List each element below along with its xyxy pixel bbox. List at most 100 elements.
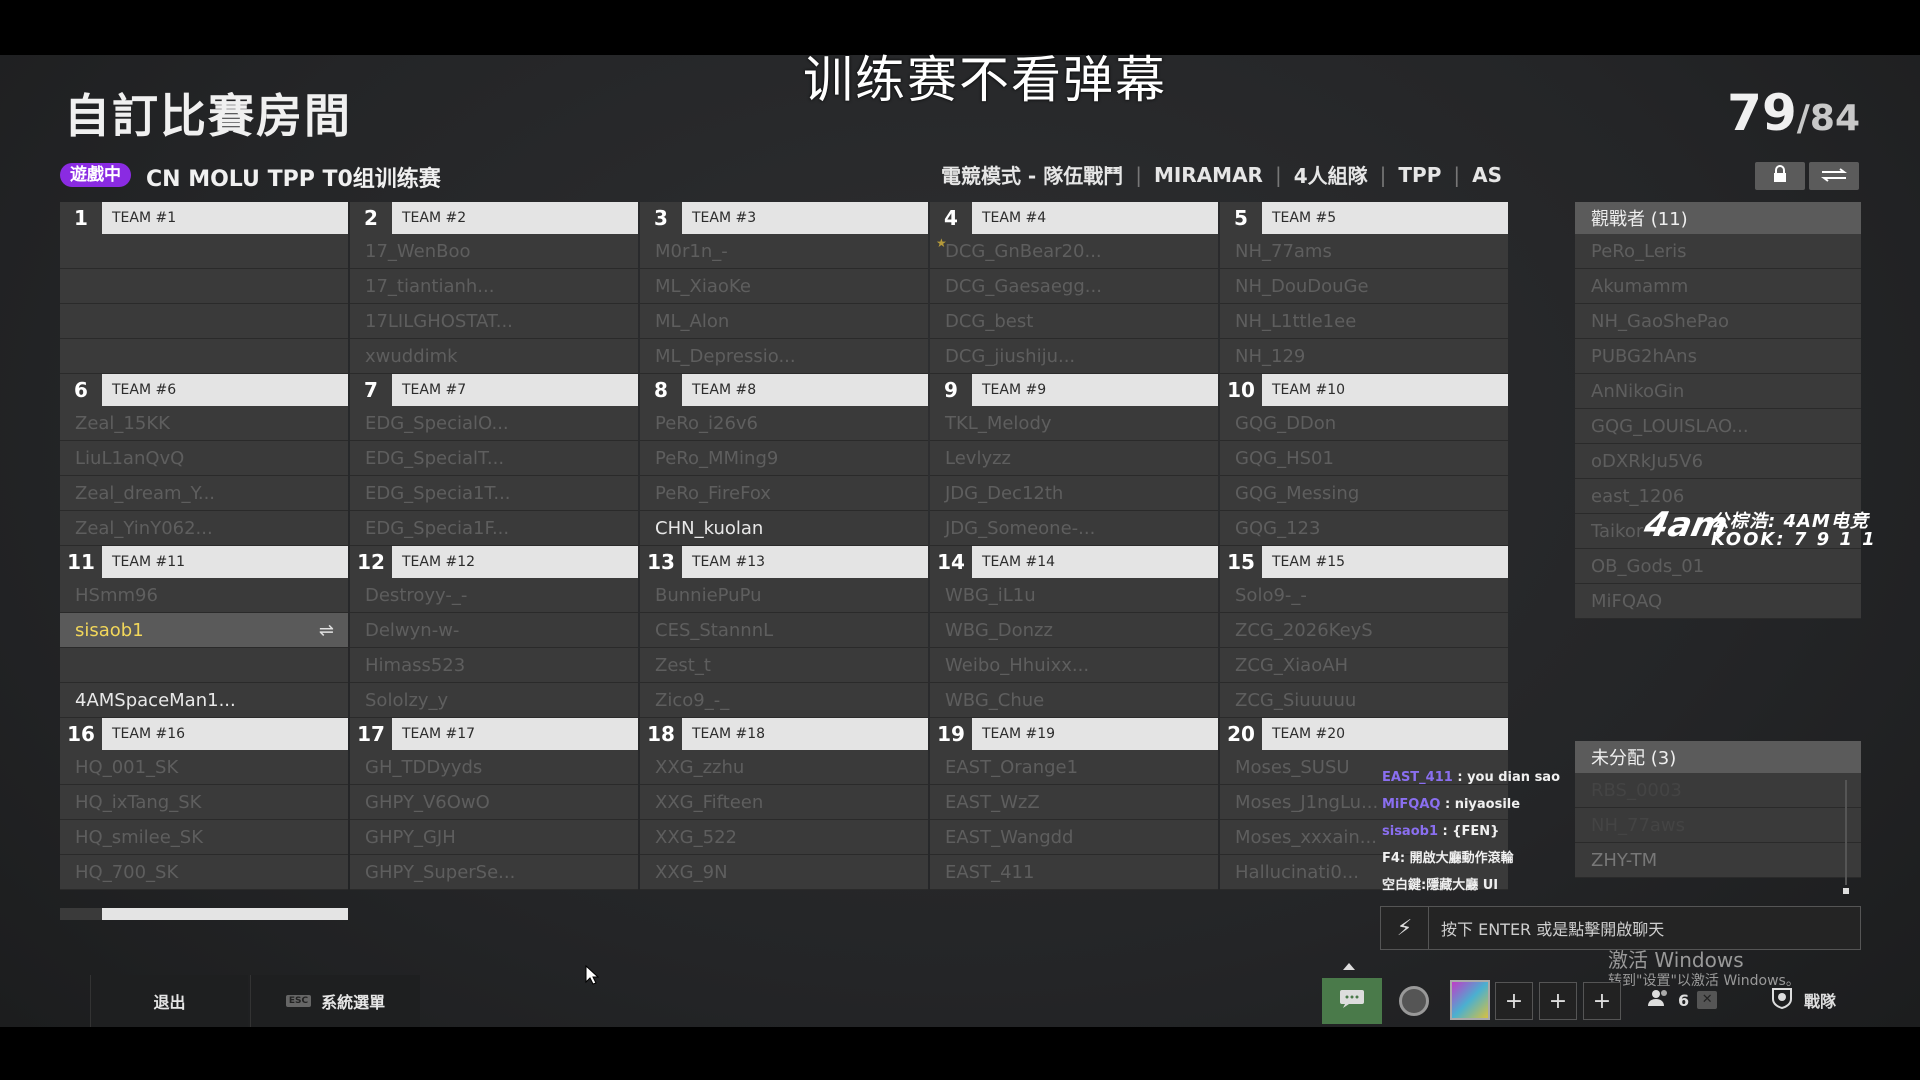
- player-slot[interactable]: DCG_GnBear20... ★: [930, 234, 1218, 269]
- player-slot[interactable]: M0r1n_-: [640, 234, 928, 269]
- system-menu-button[interactable]: ESC 系統選單: [250, 975, 420, 1027]
- player-slot[interactable]: DCG_best: [930, 304, 1218, 339]
- player-slot[interactable]: HQ_smilee_SK: [60, 820, 348, 855]
- player-slot[interactable]: PeRo_FireFox: [640, 476, 928, 511]
- player-slot[interactable]: Zest_t: [640, 648, 928, 683]
- player-slot[interactable]: WBG_Chue: [930, 683, 1218, 718]
- team-header[interactable]: 18 TEAM #18: [640, 718, 928, 750]
- player-slot[interactable]: WBG_Donzz: [930, 613, 1218, 648]
- unassigned-scroll-thumb[interactable]: [1843, 888, 1849, 894]
- team-header[interactable]: 3 TEAM #3: [640, 202, 928, 234]
- spectator-row[interactable]: PUBG2hAns: [1575, 339, 1861, 374]
- spectator-row[interactable]: AnNikoGin: [1575, 374, 1861, 409]
- player-slot[interactable]: ML_Alon: [640, 304, 928, 339]
- invite-slot-button[interactable]: +: [1583, 982, 1621, 1020]
- player-slot[interactable]: Zico9_-_: [640, 683, 928, 718]
- team-header[interactable]: 11 TEAM #11: [60, 546, 348, 578]
- player-slot[interactable]: XXG_9N: [640, 855, 928, 890]
- player-slot[interactable]: XXG_522: [640, 820, 928, 855]
- spectators-header[interactable]: 觀戰者 (11): [1575, 202, 1861, 234]
- spectator-row[interactable]: MiFQAQ: [1575, 584, 1861, 619]
- team-header[interactable]: 17 TEAM #17: [350, 718, 638, 750]
- player-slot[interactable]: ZCG_XiaoAH: [1220, 648, 1508, 683]
- player-slot[interactable]: ML_XiaoKe: [640, 269, 928, 304]
- player-slot[interactable]: [60, 234, 348, 269]
- player-slot[interactable]: GQG_Messing: [1220, 476, 1508, 511]
- player-slot[interactable]: Zeal_dream_Y...: [60, 476, 348, 511]
- chat-toggle-button[interactable]: [1322, 978, 1382, 1024]
- team-header[interactable]: 20 TEAM #20: [1220, 718, 1508, 750]
- player-slot[interactable]: Destroyy-_-: [350, 578, 638, 613]
- player-slot[interactable]: GQG_HS01: [1220, 441, 1508, 476]
- player-slot[interactable]: [60, 269, 348, 304]
- player-slot[interactable]: EDG_Specia1T...: [350, 476, 638, 511]
- swap-icon[interactable]: ⇌: [319, 620, 334, 641]
- player-slot[interactable]: EDG_SpecialO...: [350, 406, 638, 441]
- player-slot[interactable]: 4AMSpaceMan1...: [60, 683, 348, 718]
- battle-team-button[interactable]: 戰隊: [1770, 984, 1836, 1016]
- player-slot[interactable]: 17LILGHOSTAT...: [350, 304, 638, 339]
- player-slot[interactable]: HSmm96: [60, 578, 348, 613]
- team-header[interactable]: 8 TEAM #8: [640, 374, 928, 406]
- spectator-row[interactable]: PeRo_Leris: [1575, 234, 1861, 269]
- player-slot[interactable]: [60, 648, 348, 683]
- player-slot[interactable]: DCG_jiushiju...: [930, 339, 1218, 374]
- player-slot[interactable]: EAST_WzZ: [930, 785, 1218, 820]
- team-header[interactable]: 10 TEAM #10: [1220, 374, 1508, 406]
- player-slot[interactable]: HQ_700_SK: [60, 855, 348, 890]
- swap-mode-button[interactable]: [1809, 162, 1859, 190]
- rank-badge-button[interactable]: [1392, 978, 1436, 1024]
- player-slot[interactable]: EDG_SpecialT...: [350, 441, 638, 476]
- player-slot[interactable]: GQG_123: [1220, 511, 1508, 546]
- player-slot[interactable]: PeRo_MMing9: [640, 441, 928, 476]
- player-slot[interactable]: EDG_Specia1F...: [350, 511, 638, 546]
- team-header[interactable]: 1 TEAM #1: [60, 202, 348, 234]
- player-slot[interactable]: xwuddimk: [350, 339, 638, 374]
- team-header[interactable]: 2 TEAM #2: [350, 202, 638, 234]
- team-header[interactable]: 14 TEAM #14: [930, 546, 1218, 578]
- player-slot[interactable]: Zeal_YinY062...: [60, 511, 348, 546]
- team-header[interactable]: 15 TEAM #15: [1220, 546, 1508, 578]
- player-slot[interactable]: Delwyn-w-: [350, 613, 638, 648]
- player-slot[interactable]: GHPY_GJH: [350, 820, 638, 855]
- player-slot[interactable]: HQ_001_SK: [60, 750, 348, 785]
- team-header[interactable]: 12 TEAM #12: [350, 546, 638, 578]
- player-slot[interactable]: GQG_DDon: [1220, 406, 1508, 441]
- player-slot[interactable]: CES_StannnL: [640, 613, 928, 648]
- player-slot[interactable]: GH_TDDyyds: [350, 750, 638, 785]
- player-slot[interactable]: CHN_kuolan: [640, 511, 928, 546]
- lock-button[interactable]: [1755, 162, 1805, 190]
- player-slot[interactable]: DCG_Gaesaegg...: [930, 269, 1218, 304]
- player-slot[interactable]: JDG_Dec12th: [930, 476, 1218, 511]
- exit-button[interactable]: 退出: [90, 975, 248, 1027]
- player-slot[interactable]: Levlyzz: [930, 441, 1218, 476]
- squad-members-button[interactable]: 6 ✕: [1648, 985, 1718, 1015]
- lightning-icon[interactable]: ⚡: [1381, 906, 1429, 950]
- player-slot[interactable]: NH_DouDouGe: [1220, 269, 1508, 304]
- player-slot[interactable]: WBG_iL1u: [930, 578, 1218, 613]
- player-slot[interactable]: XXG_Fifteen: [640, 785, 928, 820]
- player-slot[interactable]: EAST_Orange1: [930, 750, 1218, 785]
- player-slot[interactable]: ML_Depressio...: [640, 339, 928, 374]
- player-slot[interactable]: ZCG_Siuuuuu: [1220, 683, 1508, 718]
- team-header[interactable]: 19 TEAM #19: [930, 718, 1218, 750]
- avatar[interactable]: [1450, 980, 1490, 1020]
- player-slot[interactable]: NH_129: [1220, 339, 1508, 374]
- team-header[interactable]: 6 TEAM #6: [60, 374, 348, 406]
- team-header[interactable]: 16 TEAM #16: [60, 718, 348, 750]
- player-slot[interactable]: EAST_Wangdd: [930, 820, 1218, 855]
- spectator-row[interactable]: oDXRkJu5V6: [1575, 444, 1861, 479]
- player-slot[interactable]: GHPY_SuperSe...: [350, 855, 638, 890]
- player-slot[interactable]: HQ_ixTang_SK: [60, 785, 348, 820]
- player-slot[interactable]: 17_tiantianh...: [350, 269, 638, 304]
- player-slot[interactable]: EAST_411: [930, 855, 1218, 890]
- team-header[interactable]: 4 TEAM #4: [930, 202, 1218, 234]
- player-slot[interactable]: TKL_Melody: [930, 406, 1218, 441]
- player-slot[interactable]: Weibo_Hhuixx...: [930, 648, 1218, 683]
- player-slot[interactable]: Himass523: [350, 648, 638, 683]
- player-slot[interactable]: LiuL1anQvQ: [60, 441, 348, 476]
- team-header[interactable]: 5 TEAM #5: [1220, 202, 1508, 234]
- player-slot[interactable]: [60, 304, 348, 339]
- team-header[interactable]: 13 TEAM #13: [640, 546, 928, 578]
- player-slot[interactable]: XXG_zzhu: [640, 750, 928, 785]
